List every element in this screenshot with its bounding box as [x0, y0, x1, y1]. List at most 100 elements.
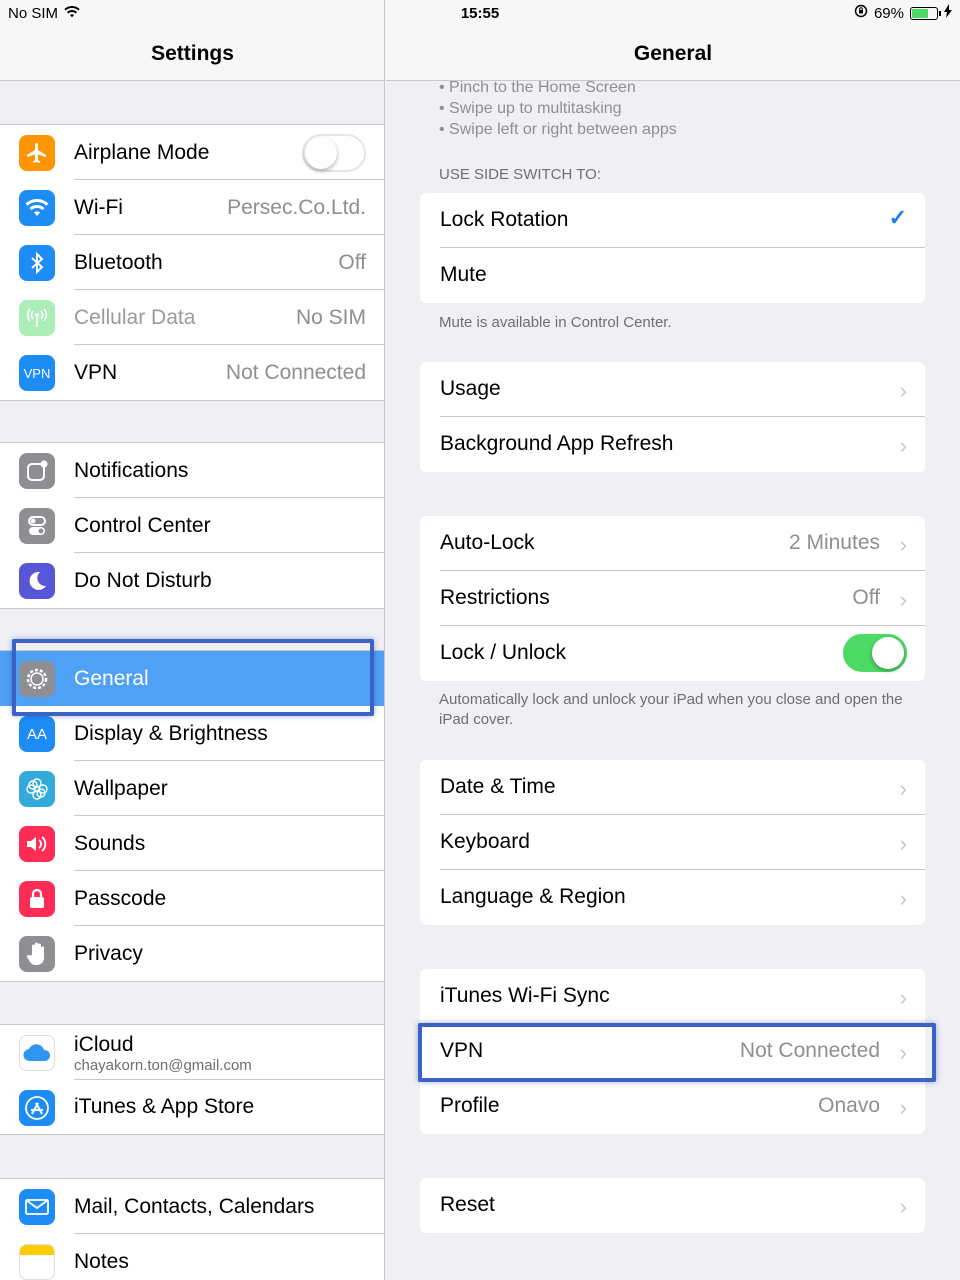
row-notes[interactable]: Notes [0, 1234, 384, 1280]
row-itunes-app-store[interactable]: iTunes & App Store [0, 1080, 384, 1134]
row-control-center[interactable]: Control Center [0, 498, 384, 553]
master-title: Settings [151, 42, 234, 65]
row-lock-rotation[interactable]: Lock Rotation ✓ [420, 193, 925, 248]
row-label: Passcode [74, 886, 167, 910]
wallpaper-icon [19, 771, 55, 807]
row-label: Cellular Data [74, 305, 196, 329]
row-background-app-refresh[interactable]: Background App Refresh › [420, 417, 925, 472]
vpn-icon: VPN [19, 355, 55, 391]
row-icloud[interactable]: iCloud chayakorn.ton@gmail.com [0, 1025, 384, 1080]
row-keyboard[interactable]: Keyboard › [420, 815, 925, 870]
row-bluetooth[interactable]: Bluetooth Off [0, 235, 384, 290]
row-usage[interactable]: Usage › [420, 362, 925, 417]
lock-unlock-toggle[interactable] [843, 634, 907, 672]
row-wifi[interactable]: Wi-Fi Persec.Co.Ltd. [0, 180, 384, 235]
row-do-not-disturb[interactable]: Do Not Disturb [0, 553, 384, 608]
row-privacy[interactable]: Privacy [0, 926, 384, 981]
detail-title: General [633, 42, 713, 65]
row-label: Notes [74, 1249, 129, 1273]
row-mail-contacts-calendars[interactable]: Mail, Contacts, Calendars [0, 1179, 384, 1234]
row-label: iTunes & App Store [74, 1095, 255, 1118]
row-label: Language & Region [440, 885, 626, 908]
row-value: Off [338, 250, 366, 274]
row-restrictions[interactable]: Restrictions Off › [420, 571, 925, 626]
row-vpn[interactable]: VPN VPN Not Connected [0, 345, 384, 400]
row-label: Bluetooth [74, 250, 163, 274]
row-label: Background App Refresh [440, 432, 674, 455]
chevron-right-icon: › [899, 433, 907, 458]
notifications-icon [19, 453, 55, 489]
chevron-right-icon: › [899, 776, 907, 801]
row-value: 2 Minutes [788, 531, 880, 554]
row-label: Control Center [74, 513, 211, 537]
master-group-connectivity: Airplane Mode Wi-Fi Persec.Co.Ltd. Bluet… [0, 124, 384, 401]
bullet-item: • Swipe left or right between apps [439, 121, 677, 138]
row-label: Profile [440, 1094, 500, 1117]
master-group-system: Notifications Control Center Do Not Dist… [0, 442, 384, 609]
row-notifications[interactable]: Notifications [0, 443, 384, 498]
row-mute[interactable]: Mute [420, 248, 925, 303]
control-center-icon [19, 508, 55, 544]
airplane-mode-toggle[interactable] [302, 133, 366, 172]
row-label: Usage [440, 377, 501, 400]
row-label: Privacy [74, 941, 143, 965]
lock-icon [19, 881, 55, 917]
side-switch-header: USE SIDE SWITCH TO: [439, 166, 601, 183]
display-icon: AA [19, 716, 55, 752]
row-label: Mute [440, 263, 487, 286]
row-reset[interactable]: Reset › [420, 1178, 925, 1233]
row-date-time[interactable]: Date & Time › [420, 760, 925, 815]
row-label: Wi-Fi [74, 195, 123, 219]
row-label: Keyboard [440, 830, 530, 853]
date-group: Date & Time › Keyboard › Language & Regi… [420, 760, 925, 925]
row-passcode[interactable]: Passcode [0, 871, 384, 926]
row-profile[interactable]: Profile Onavo › [420, 1079, 925, 1134]
row-label: Notifications [74, 458, 189, 482]
row-wallpaper[interactable]: Wallpaper [0, 761, 384, 816]
row-value: Not Connected [225, 360, 366, 384]
status-bar: No SIM 15:55 69% [0, 0, 960, 26]
clock: 15:55 [460, 5, 500, 22]
row-lock-unlock: Lock / Unlock [420, 626, 925, 681]
row-auto-lock[interactable]: Auto-Lock 2 Minutes › [420, 516, 925, 571]
battery-icon [910, 6, 941, 20]
row-airplane-mode[interactable]: Airplane Mode [0, 125, 384, 180]
row-value: No SIM [295, 305, 366, 329]
cellular-icon [19, 300, 55, 336]
chevron-right-icon: › [899, 532, 907, 557]
row-language-region[interactable]: Language & Region › [420, 870, 925, 925]
chevron-right-icon: › [899, 831, 907, 856]
lock-footer: Automatically lock and unlock your iPad … [439, 691, 903, 728]
app-store-icon [19, 1090, 55, 1126]
row-sounds[interactable]: Sounds [0, 816, 384, 871]
airplane-icon [19, 135, 55, 171]
row-value: Off [852, 586, 880, 609]
chevron-right-icon: › [899, 587, 907, 612]
row-label: Lock / Unlock [440, 641, 567, 664]
gesture-bullets: • Pinch to the Home Screen • Swipe up to… [439, 77, 677, 140]
row-label: Mail, Contacts, Calendars [74, 1194, 315, 1218]
icloud-email: chayakorn.ton@gmail.com [74, 1057, 252, 1074]
row-label: iCloud [74, 1033, 134, 1056]
row-itunes-wifi-sync[interactable]: iTunes Wi-Fi Sync › [420, 969, 925, 1024]
bullet-item: • Swipe up to multitasking [439, 100, 622, 117]
icloud-icon [19, 1035, 55, 1071]
row-label: Display & Brightness [74, 721, 268, 745]
general-highlight-box [12, 639, 374, 716]
row-label: VPN [74, 360, 118, 384]
hand-icon [19, 936, 55, 972]
usage-group: Usage › Background App Refresh › [420, 362, 925, 472]
chevron-right-icon: › [899, 1095, 907, 1120]
battery-percent: 69% [873, 4, 904, 22]
settings-master-pane: Settings Airplane Mode Wi-Fi Persec.Co.L… [0, 0, 385, 1280]
lock-group: Auto-Lock 2 Minutes › Restrictions Off ›… [420, 516, 925, 681]
chevron-right-icon: › [899, 378, 907, 403]
row-label: Wallpaper [74, 776, 168, 800]
general-detail-pane: • Pinch to the Home Screen • Swipe up to… [386, 0, 960, 1280]
bluetooth-icon [19, 245, 55, 281]
row-label: Sounds [74, 831, 146, 855]
side-switch-group: Lock Rotation ✓ Mute [420, 193, 925, 303]
status-right: 69% [854, 4, 952, 22]
chevron-right-icon: › [899, 985, 907, 1010]
reset-group: Reset › [420, 1178, 925, 1233]
